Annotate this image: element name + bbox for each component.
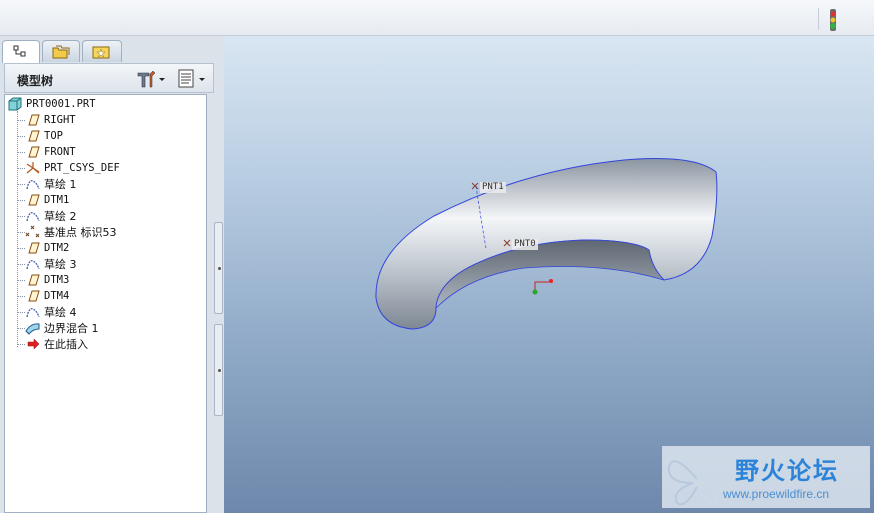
tree-branch: [17, 216, 25, 217]
tree-item-dtm2[interactable]: DTM2: [25, 240, 69, 256]
tree-branch: [17, 232, 25, 233]
navigator-tabs: [0, 40, 224, 63]
toolbar-separator: [818, 8, 819, 30]
model-tree-title: 模型树: [17, 74, 54, 88]
model-tree-header: 模型树: [4, 63, 214, 93]
datum-plane-icon: [28, 274, 40, 286]
top-toolbar: [0, 0, 874, 36]
tree-item-insert-here[interactable]: 在此插入: [25, 336, 88, 352]
tree-item-sketch-4[interactable]: 草绘 4: [25, 304, 77, 320]
splitter-grip-top[interactable]: [214, 222, 223, 314]
tree-item-datum-plane-front[interactable]: FRONT: [25, 144, 76, 160]
datum-plane-icon: [28, 194, 40, 206]
tab-model-tree[interactable]: [2, 40, 40, 63]
tree-branch: [17, 200, 25, 201]
sketch-icon: [26, 212, 40, 222]
tree-item-label: DTM3: [44, 274, 70, 286]
tree-item-label: RIGHT: [44, 114, 76, 126]
tab-folder-browser[interactable]: [42, 40, 80, 62]
tree-item-datum-plane-top[interactable]: TOP: [25, 128, 63, 144]
datum-plane-icon: [28, 130, 40, 142]
coordinate-system-icon: [26, 162, 40, 174]
tree-item-label: 草绘 3: [44, 258, 77, 271]
tree-item-label: DTM4: [44, 290, 70, 302]
tree-item-label: FRONT: [44, 146, 76, 158]
boundary-blend-surface[interactable]: [224, 36, 874, 513]
tree-branch: [17, 184, 25, 185]
tree-branch: [17, 296, 25, 297]
tree-item-label: DTM2: [44, 242, 70, 254]
favorites-tab-icon: [92, 46, 110, 59]
model-tree: PRT0001.PRT RIGHT TOP FRONT PRT_CSYS_DEF: [4, 94, 207, 513]
folder-tab-icon: [52, 45, 70, 59]
tree-settings-icon[interactable]: [135, 69, 167, 89]
tab-favorites[interactable]: [82, 40, 122, 62]
tree-item-csys[interactable]: PRT_CSYS_DEF: [25, 160, 120, 176]
tree-branch: [17, 344, 25, 345]
datum-plane-icon: [28, 146, 40, 158]
tree-item-dtm3[interactable]: DTM3: [25, 272, 69, 288]
tree-branch: [17, 152, 25, 153]
part-icon: [8, 97, 22, 111]
tree-branch: [17, 280, 25, 281]
splitter-grip-bottom[interactable]: [214, 324, 223, 416]
tree-item-label: 草绘 2: [44, 210, 77, 223]
tree-branch: [17, 120, 25, 121]
datum-plane-icon: [28, 114, 40, 126]
sketch-icon: [26, 180, 40, 190]
tree-item-sketch-1[interactable]: 草绘 1: [25, 176, 77, 192]
tree-item-label: PRT0001.PRT: [26, 98, 96, 110]
sketch-icon: [26, 308, 40, 318]
forum-name: 野火论坛: [735, 457, 839, 485]
splitter-dot-icon: [218, 369, 221, 372]
tree-branch: [17, 248, 25, 249]
tree-branch: [17, 328, 25, 329]
tree-item-part[interactable]: PRT0001.PRT: [7, 96, 96, 112]
datum-point-icon: [25, 225, 40, 238]
graphics-viewport[interactable]: PNT1 PNT0: [224, 36, 874, 513]
tree-item-boundary-blend[interactable]: 边界混合 1: [25, 320, 99, 336]
tree-item-datum-plane-right[interactable]: RIGHT: [25, 112, 76, 128]
tree-branch: [17, 136, 25, 137]
tree-item-label: 草绘 1: [44, 178, 77, 191]
sketch-icon: [26, 260, 40, 270]
view-triad-icon: [534, 281, 550, 292]
tree-branch: [17, 264, 25, 265]
datum-point-label: PNT0: [512, 239, 538, 250]
navigator-pane: 模型树 PRT0001.PRT RIGHT TOP FRONT PRT_CSYS…: [0, 36, 224, 513]
tree-item-label: PRT_CSYS_DEF: [44, 162, 120, 174]
datum-plane-icon: [28, 242, 40, 254]
tree-item-dtm4[interactable]: DTM4: [25, 288, 69, 304]
forum-url: www.proewildfire.cn: [723, 487, 830, 501]
datum-plane-icon: [28, 290, 40, 302]
tree-item-dtm1[interactable]: DTM1: [25, 192, 69, 208]
splitter-dot-icon: [218, 267, 221, 270]
model-tree-tab-icon: [13, 45, 26, 57]
traffic-light-icon[interactable]: [826, 9, 840, 31]
tree-item-label: 基准点 标识53: [44, 226, 117, 239]
boundary-blend-icon: [25, 323, 40, 335]
insert-here-arrow-icon: [27, 338, 40, 350]
pane-splitter[interactable]: [214, 222, 223, 416]
datum-point-label: PNT1: [480, 182, 506, 193]
tree-item-sketch-2[interactable]: 草绘 2: [25, 208, 77, 224]
tree-branch: [17, 312, 25, 313]
tree-item-sketch-3[interactable]: 草绘 3: [25, 256, 77, 272]
forum-watermark: 野火论坛 www.proewildfire.cn: [662, 446, 870, 508]
tree-item-label: 在此插入: [44, 338, 88, 351]
tree-item-label: DTM1: [44, 194, 70, 206]
tree-branch: [17, 168, 25, 169]
show-menu-icon[interactable]: [177, 69, 209, 89]
tree-item-datum-point[interactable]: 基准点 标识53: [25, 224, 117, 240]
tree-item-label: 边界混合 1: [44, 322, 99, 335]
tree-item-label: 草绘 4: [44, 306, 77, 319]
tree-item-label: TOP: [44, 130, 63, 142]
